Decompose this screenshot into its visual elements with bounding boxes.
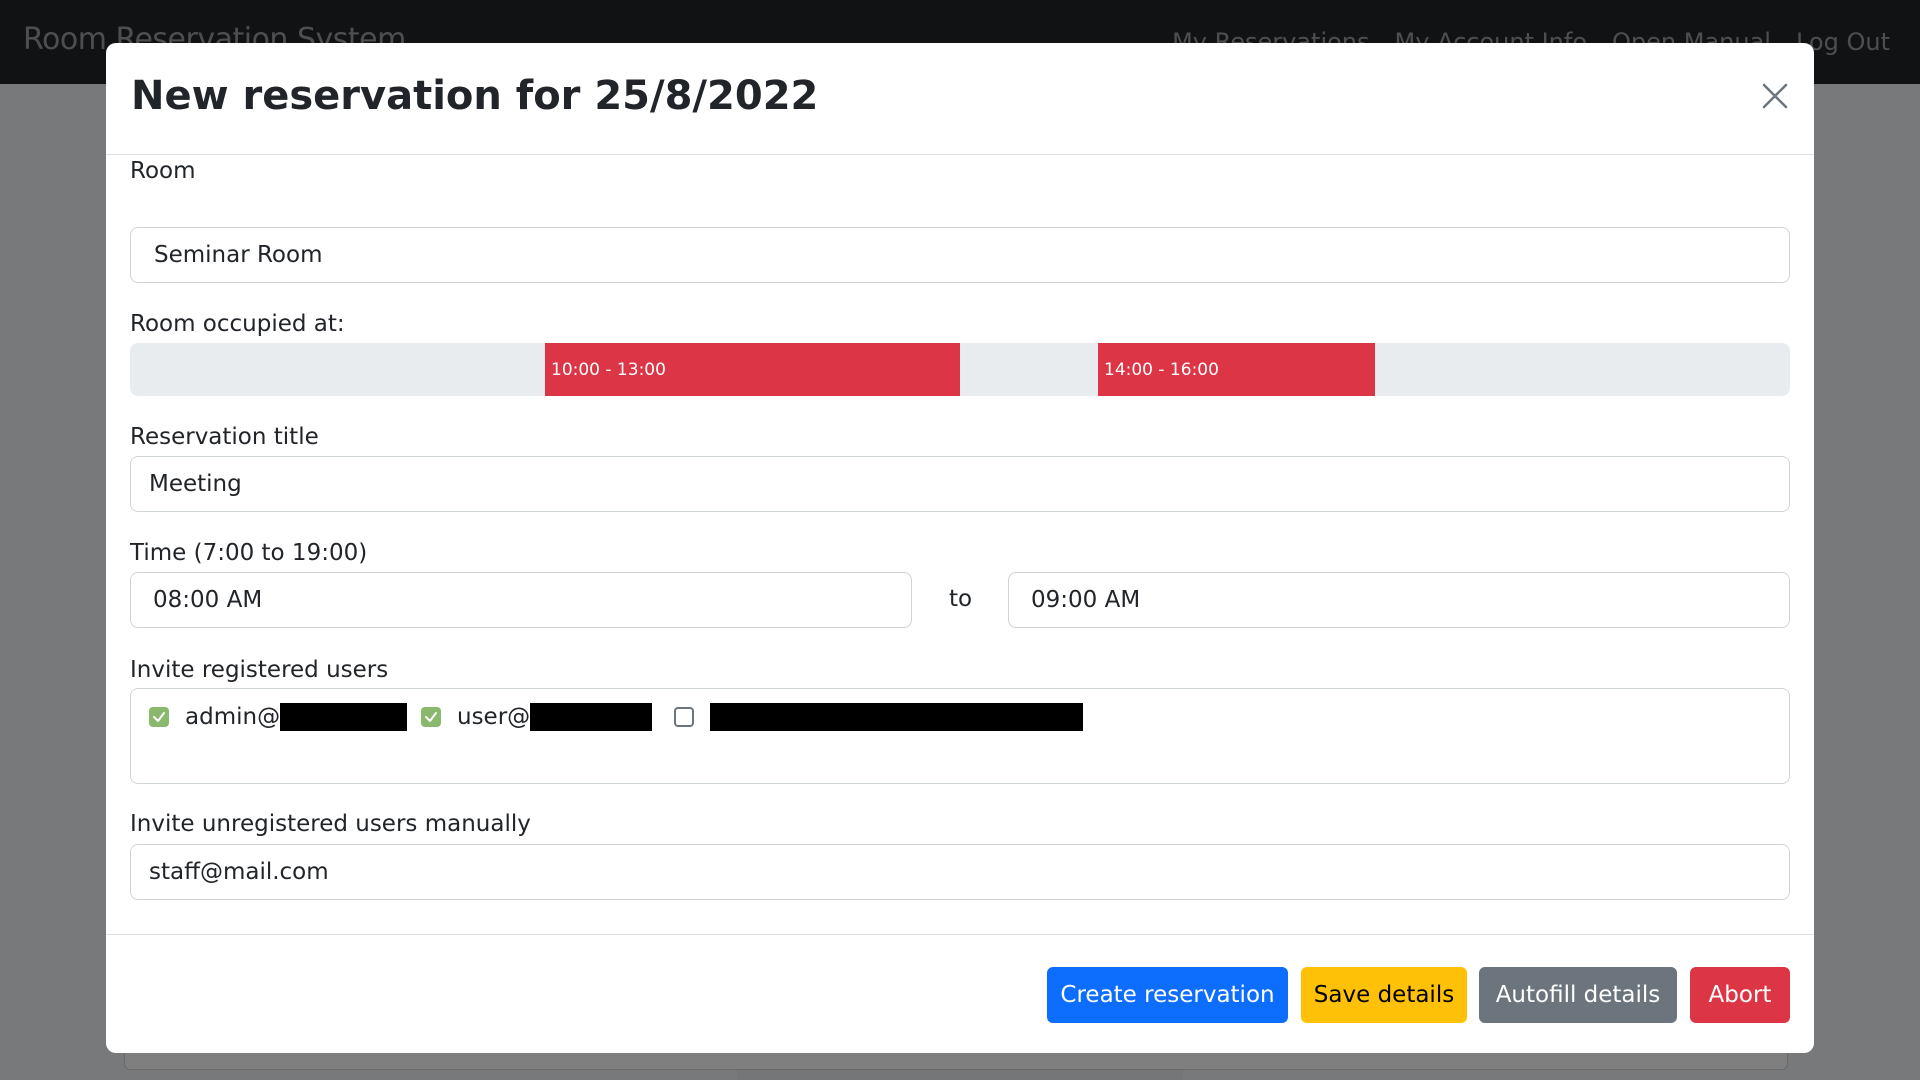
checkmark-icon <box>425 712 437 722</box>
modal-title: New reservation for 25/8/2022 <box>131 73 819 119</box>
registered-users-label: Invite registered users <box>130 657 389 683</box>
registered-users-box: admin@ user@ <box>130 688 1790 784</box>
occupied-block: 10:00 - 13:00 <box>545 343 960 396</box>
autofill-details-button[interactable]: Autofill details <box>1479 967 1677 1023</box>
unregistered-users-label: Invite unregistered users manually <box>130 811 531 837</box>
occupancy-bar: 10:00 - 13:00 14:00 - 16:00 <box>130 343 1790 396</box>
close-button[interactable] <box>1760 81 1790 111</box>
checkmark-icon <box>153 712 165 722</box>
redacted-text <box>710 703 1083 731</box>
start-time-input[interactable]: 08:00 AM <box>130 572 912 628</box>
unregistered-users-input[interactable]: staff@mail.com <box>130 844 1790 900</box>
redacted-text <box>530 703 653 731</box>
close-icon <box>1762 83 1788 109</box>
user-option[interactable] <box>674 703 1083 731</box>
modal-header: New reservation for 25/8/2022 <box>106 43 1814 155</box>
occupancy-label: Room occupied at: <box>130 311 345 337</box>
create-reservation-button[interactable]: Create reservation <box>1047 967 1288 1023</box>
time-label: Time (7:00 to 19:00) <box>130 540 368 566</box>
user-email-prefix: admin@ <box>185 704 281 730</box>
room-label: Room <box>130 158 196 184</box>
user-option[interactable]: user@ <box>421 703 653 731</box>
user-checkbox[interactable] <box>421 707 441 727</box>
user-email-prefix: user@ <box>457 704 531 730</box>
user-option[interactable]: admin@ <box>149 703 408 731</box>
time-to-label: to <box>949 586 973 612</box>
reservation-title-label: Reservation title <box>130 424 319 450</box>
user-checkbox[interactable] <box>674 707 694 727</box>
abort-button[interactable]: Abort <box>1690 967 1790 1023</box>
redacted-text <box>280 703 408 731</box>
end-time-input[interactable]: 09:00 AM <box>1008 572 1790 628</box>
reservation-title-input[interactable]: Meeting <box>130 456 1790 512</box>
save-details-button[interactable]: Save details <box>1301 967 1467 1023</box>
occupied-block: 14:00 - 16:00 <box>1098 343 1375 396</box>
new-reservation-modal: New reservation for 25/8/2022 Room Semin… <box>106 43 1814 1053</box>
room-select[interactable]: Seminar Room <box>130 227 1790 283</box>
user-checkbox[interactable] <box>149 707 169 727</box>
